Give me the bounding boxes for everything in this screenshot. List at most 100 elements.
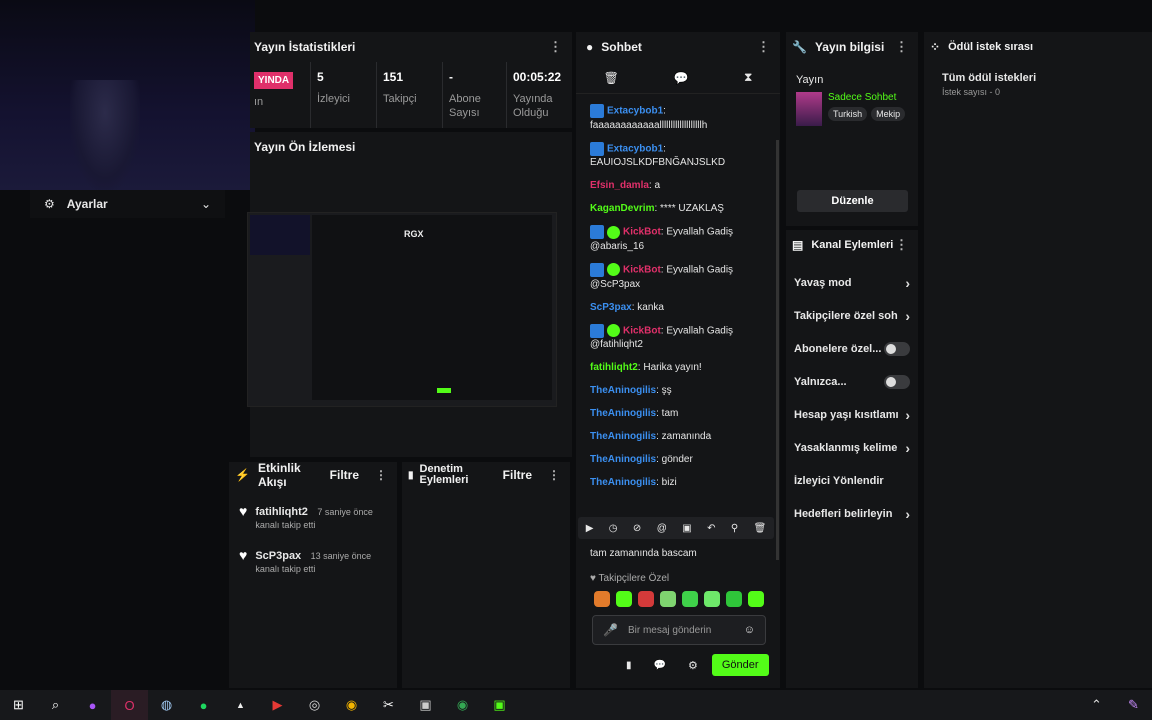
channel-action-row[interactable]: Abonelere özel... bbox=[786, 332, 918, 365]
emote-icon[interactable] bbox=[638, 591, 654, 607]
send-button[interactable]: Gönder bbox=[711, 654, 769, 676]
chat-message[interactable]: KickBot: Eyvallah Gadiş @abaris_16 bbox=[590, 225, 770, 254]
copy-icon[interactable]: ▣ bbox=[682, 523, 691, 534]
toggle-switch[interactable] bbox=[884, 374, 910, 389]
channel-action-row[interactable]: Yavaş mod › bbox=[786, 266, 918, 299]
edit-button[interactable]: Düzenle bbox=[797, 190, 908, 212]
emote-icon[interactable] bbox=[726, 591, 742, 607]
gear-icon[interactable]: ⚙ bbox=[688, 659, 698, 672]
stream-preview-video[interactable]: RGX bbox=[247, 212, 557, 407]
kebab-menu-icon[interactable]: ⋮ bbox=[549, 39, 562, 55]
chat-username[interactable]: KickBot bbox=[623, 227, 661, 238]
chrome-profile-icon[interactable]: ◉ bbox=[444, 690, 481, 720]
kick-icon[interactable]: ▣ bbox=[481, 690, 518, 720]
chat-username[interactable]: Extacybob1 bbox=[607, 143, 663, 154]
chevron-right-icon[interactable]: › bbox=[905, 275, 910, 291]
chat-message[interactable]: Extacybob1: EAUIOJSLKDFBNĞANJSLKD bbox=[590, 141, 770, 171]
chat-message[interactable]: ScP3pax: kanka bbox=[590, 301, 770, 315]
channel-action-row[interactable]: İzleyici Yönlendir bbox=[786, 464, 918, 497]
emote-icon[interactable] bbox=[682, 591, 698, 607]
channel-action-row[interactable]: Yasaklanmış kelime › bbox=[786, 431, 918, 464]
toggle-switch[interactable] bbox=[884, 341, 910, 356]
kebab-menu-icon[interactable]: ⋮ bbox=[375, 468, 387, 482]
lock-icon[interactable]: ▮ bbox=[626, 660, 632, 671]
chevron-right-icon[interactable]: › bbox=[905, 407, 910, 423]
emoji-picker-icon[interactable]: ☺ bbox=[744, 624, 755, 636]
discord-icon[interactable]: ● bbox=[74, 690, 111, 720]
timeout-icon[interactable]: ◷ bbox=[609, 523, 618, 534]
hide-icon[interactable]: ⊘ bbox=[633, 523, 641, 534]
chat-message[interactable]: Efsin_damla: a bbox=[590, 179, 770, 193]
delete-icon[interactable]: 🗑 bbox=[754, 523, 767, 534]
channel-action-row[interactable]: Hedefleri belirleyin › bbox=[786, 497, 918, 530]
chat-scrollbar[interactable] bbox=[776, 140, 779, 560]
chat-username[interactable]: Extacybob1 bbox=[607, 106, 663, 117]
chrome-icon[interactable]: ◉ bbox=[333, 690, 370, 720]
channel-action-row[interactable]: Hesap yaşı kısıtlamı › bbox=[786, 398, 918, 431]
chat-message[interactable]: TheAninogilis: gönder bbox=[590, 453, 770, 467]
chat-message[interactable]: KickBot: Eyvallah Gadiş @ScP3pax bbox=[590, 262, 770, 292]
emote-icon[interactable] bbox=[660, 591, 676, 607]
pen-icon[interactable]: ✎ bbox=[1115, 690, 1152, 720]
chat-message-list[interactable]: Extacybob1: faaaaaaaaaaaalllllllllllllll… bbox=[590, 104, 770, 514]
chat-input[interactable]: 🎤 Bir mesaj gönderin ☺ bbox=[592, 615, 766, 645]
chat-username[interactable]: TheAninogilis bbox=[590, 385, 656, 396]
message-icon[interactable]: 💬 bbox=[654, 660, 666, 671]
chat-message[interactable]: TheAninogilis: şş bbox=[590, 384, 770, 398]
kebab-menu-icon[interactable]: ⋮ bbox=[895, 39, 908, 55]
emote-icon[interactable] bbox=[616, 591, 632, 607]
opera-icon[interactable]: O bbox=[111, 690, 148, 720]
steam-icon[interactable]: ◍ bbox=[148, 690, 185, 720]
channel-action-row[interactable]: Takipçilere özel soh › bbox=[786, 299, 918, 332]
emote-icon[interactable] bbox=[748, 591, 764, 607]
tray-up-icon[interactable]: ⌃ bbox=[1078, 690, 1115, 720]
chat-message[interactable]: TheAninogilis: zamanında bbox=[590, 430, 770, 444]
moderation-filter[interactable]: Filtre bbox=[503, 468, 532, 482]
chat-message[interactable]: TheAninogilis: tam bbox=[590, 407, 770, 421]
chat-username[interactable]: KickBot bbox=[623, 265, 661, 276]
channel-action-row[interactable]: Yalnızca... bbox=[786, 365, 918, 398]
kebab-menu-icon[interactable]: ⋮ bbox=[548, 468, 560, 482]
youtube-icon[interactable]: ▶ bbox=[259, 690, 296, 720]
obs-icon[interactable]: ◎ bbox=[296, 690, 333, 720]
undo-icon[interactable]: ↶ bbox=[707, 523, 715, 534]
chevron-right-icon[interactable]: › bbox=[905, 308, 910, 324]
chat-username[interactable]: fatihliqht2 bbox=[590, 362, 638, 373]
epic-games-icon[interactable]: ▲ bbox=[222, 690, 259, 720]
chat-username[interactable]: TheAninogilis bbox=[590, 431, 656, 442]
windows-start-icon[interactable]: ⊞ bbox=[0, 690, 37, 720]
chevron-right-icon[interactable]: › bbox=[905, 506, 910, 522]
chat-message[interactable]: KaganDevrim: **** UZAKLAŞ bbox=[590, 202, 770, 216]
chat-username[interactable]: KaganDevrim bbox=[590, 203, 654, 214]
app-icon[interactable]: ▣ bbox=[407, 690, 444, 720]
chat-message[interactable]: TheAninogilis: bizi bbox=[590, 476, 770, 490]
chat-username[interactable]: TheAninogilis bbox=[590, 477, 656, 488]
chevron-down-icon[interactable]: ⌄ bbox=[201, 197, 211, 211]
pin-icon[interactable]: ⚲ bbox=[731, 523, 738, 534]
emote-icon[interactable] bbox=[594, 591, 610, 607]
activity-filter[interactable]: Filtre bbox=[330, 468, 359, 482]
emote-icon[interactable] bbox=[704, 591, 720, 607]
mic-icon[interactable]: 🎤 bbox=[603, 623, 618, 637]
chat-username[interactable]: ScP3pax bbox=[590, 302, 632, 313]
chat-message[interactable]: fatihliqht2: Harika yayın! bbox=[590, 361, 770, 375]
play-icon[interactable]: ▶ bbox=[586, 523, 594, 534]
kebab-menu-icon[interactable]: ⋮ bbox=[895, 237, 908, 253]
hourglass-icon[interactable]: ⧗ bbox=[744, 70, 752, 85]
category-name[interactable]: Sadece Sohbet bbox=[828, 92, 905, 103]
chat-message[interactable]: Extacybob1: faaaaaaaaaaaalllllllllllllll… bbox=[590, 104, 770, 133]
chevron-right-icon[interactable]: › bbox=[905, 440, 910, 456]
kebab-menu-icon[interactable]: ⋮ bbox=[757, 39, 770, 55]
search-icon[interactable]: ⌕ bbox=[37, 690, 74, 720]
chat-username[interactable]: TheAninogilis bbox=[590, 454, 656, 465]
chat-username[interactable]: TheAninogilis bbox=[590, 408, 656, 419]
chat-username[interactable]: KickBot bbox=[623, 325, 661, 336]
mention-icon[interactable]: @ bbox=[657, 523, 667, 534]
capcut-icon[interactable]: ✂ bbox=[370, 690, 407, 720]
settings-bar[interactable]: ⚙ Ayarlar ⌄ bbox=[30, 190, 225, 218]
chat-username[interactable]: Efsin_damla bbox=[590, 180, 649, 191]
chat-message[interactable]: KickBot: Eyvallah Gadiş @fatihliqht2 bbox=[590, 323, 770, 353]
message-icon[interactable]: 💬 bbox=[674, 71, 689, 85]
trash-icon[interactable]: 🗑 bbox=[604, 71, 619, 85]
all-requests-label[interactable]: Tüm ödül istekleri bbox=[942, 72, 1152, 84]
